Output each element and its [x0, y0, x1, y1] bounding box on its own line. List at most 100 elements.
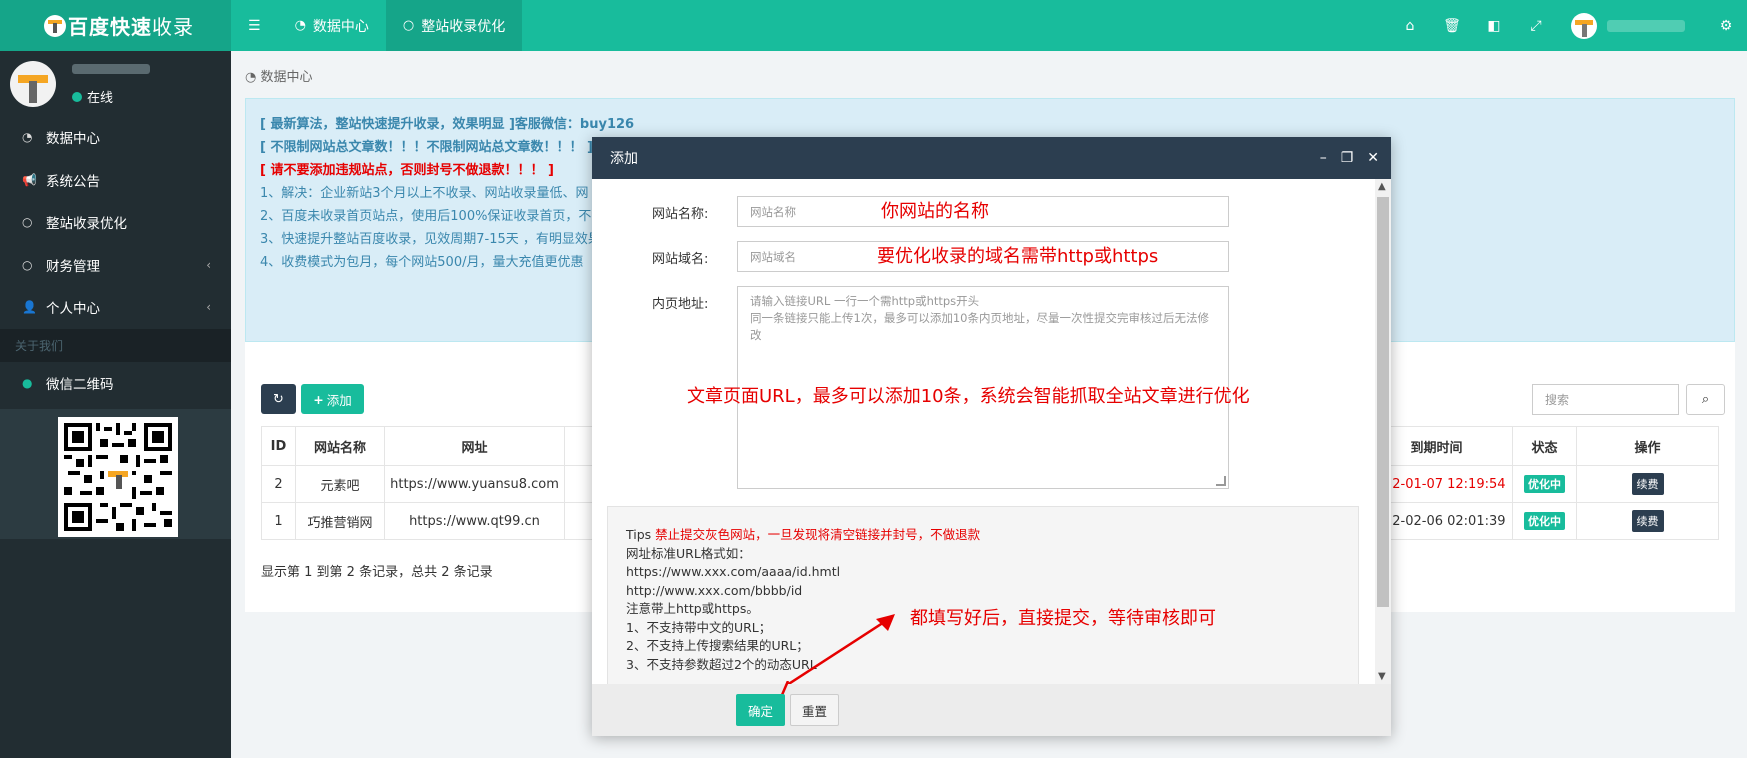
site-name-label: 网站名称: — [652, 207, 709, 222]
minimize-icon[interactable]: – — [1320, 150, 1327, 166]
language-icon[interactable]: ◧ — [1473, 0, 1515, 51]
scroll-down-icon[interactable]: ▼ — [1378, 671, 1386, 682]
sidebar-item-label: 系统公告 — [46, 173, 100, 190]
search-icon: ⌕ — [1701, 392, 1710, 407]
column-header[interactable]: 网址 — [384, 426, 565, 466]
search-input[interactable]: 搜索 — [1532, 384, 1679, 415]
cell-op: 续费 — [1576, 465, 1719, 503]
add-modal: 添加 – ❐ ✕ 网站名称: 网站名称 你网站的名称 网站域名: 网站域名 要优… — [592, 137, 1391, 736]
dashboard-icon: ◔ — [22, 130, 33, 145]
logo-main-text: 百度快速 — [68, 15, 152, 39]
username-blurred — [1607, 19, 1685, 32]
cell-name: 巧推营销网 — [295, 502, 385, 540]
column-header[interactable]: ID — [261, 426, 296, 466]
cell-op: 续费 — [1576, 502, 1719, 540]
status-badge: 优化中 — [1524, 512, 1565, 530]
textarea-placeholder: 请输入链接URL 一行一个需http或https开头 — [750, 294, 980, 308]
inner-pages-label: 内页地址: — [652, 297, 709, 312]
circle-icon: ○ — [22, 257, 33, 272]
online-dot-icon — [72, 91, 82, 102]
table-pagination-info: 显示第 1 到第 2 条记录，总共 2 条记录 — [261, 565, 493, 580]
top-navbar: 百度快速收录 ☰ ◔ 数据中心 ○ 整站收录优化 ⌂ 🗑 ◧ ⤢ ⚙ — [0, 0, 1747, 51]
add-button-label: 添加 — [326, 392, 352, 408]
status-badge: 优化中 — [1524, 475, 1565, 493]
chevron-left-icon: ‹ — [206, 257, 211, 272]
sidebar-toggle-button[interactable]: ☰ — [231, 0, 278, 51]
modal-header[interactable]: 添加 – ❐ ✕ — [592, 137, 1391, 179]
sidebar-item-label: 整站收录优化 — [46, 216, 127, 233]
sidebar-item-finance[interactable]: ○ 财务管理 ‹ — [0, 244, 231, 287]
cell-status: 优化中 — [1512, 465, 1577, 503]
tips-line: 3、不支持参数超过2个的动态URL — [626, 656, 817, 672]
search-button[interactable]: ⌕ — [1686, 384, 1725, 415]
renew-button[interactable]: 续费 — [1631, 473, 1664, 495]
avatar — [10, 61, 56, 107]
maximize-icon[interactable]: ❐ — [1341, 150, 1354, 166]
tab-label: 整站收录优化 — [421, 18, 506, 35]
plus-icon: + — [313, 391, 324, 407]
scrollbar-thumb[interactable] — [1377, 197, 1389, 607]
sidebar-item-data-center[interactable]: ◔ 数据中心 — [0, 116, 231, 159]
resize-handle[interactable] — [1216, 476, 1226, 486]
sidebar-item-site-optimize[interactable]: ○ 整站收录优化 — [0, 201, 231, 244]
site-domain-label: 网站域名: — [652, 252, 709, 267]
cell-url: https://www.yuansu8.com — [384, 465, 565, 503]
user-menu[interactable] — [1557, 0, 1705, 51]
chevron-left-icon: ‹ — [206, 300, 211, 315]
breadcrumb-text: 数据中心 — [260, 70, 313, 85]
qr-code-image — [58, 417, 178, 537]
logo-sub-text: 收录 — [152, 15, 194, 39]
settings-icon[interactable]: ⚙ — [1705, 0, 1747, 51]
tips-box: Tips 禁止提交灰色网站，一旦发现将清空链接并封号，不做退款 网址标准URL格… — [607, 506, 1359, 684]
fullscreen-icon[interactable]: ⤢ — [1515, 0, 1557, 51]
pages-annotation: 文章页面URL，最多可以添加10条，系统会智能抓取全站文章进行优化 — [687, 386, 1250, 407]
submit-annotation: 都填写好后，直接提交，等待审核即可 — [910, 608, 1216, 629]
renew-button[interactable]: 续费 — [1631, 510, 1664, 532]
online-status: 在线 — [72, 87, 113, 106]
add-button[interactable]: + 添加 — [301, 384, 364, 414]
sidebar-item-label: 微信二维码 — [46, 376, 114, 393]
wechat-icon: ● — [22, 375, 33, 390]
cell-name: 元素吧 — [295, 465, 385, 503]
logo[interactable]: 百度快速收录 — [0, 0, 231, 51]
tips-line: https://www.xxx.com/aaaa/id.hmtl — [626, 564, 841, 579]
tab-site-index-optimize[interactable]: ○ 整站收录优化 — [385, 0, 523, 51]
close-icon[interactable]: ✕ — [1367, 150, 1379, 166]
qr-area — [0, 409, 231, 539]
sidebar: 在线 ◔ 数据中心 📢 系统公告 ○ 整站收录优化 ○ 财务管理 ‹ 👤 个人中心 ‹ 关于我… — [0, 51, 231, 758]
sidebar-item-wechat-qr[interactable]: ● 微信二维码 — [0, 362, 231, 405]
cell-status: 优化中 — [1512, 502, 1577, 540]
modal-title: 添加 — [610, 151, 638, 167]
bullhorn-icon: 📢 — [22, 172, 37, 187]
reset-button[interactable]: 重置 — [790, 694, 839, 726]
logo-icon — [44, 15, 66, 37]
sidebar-item-announcements[interactable]: 📢 系统公告 — [0, 159, 231, 202]
trash-icon[interactable]: 🗑 — [1431, 0, 1473, 51]
column-header: 操作 — [1576, 426, 1719, 466]
tips-line: http://www.xxx.com/bbbb/id — [626, 582, 803, 598]
avatar — [1571, 12, 1597, 39]
tab-label: 数据中心 — [312, 18, 369, 35]
sidebar-item-personal[interactable]: 👤 个人中心 ‹ — [0, 286, 231, 329]
home-icon[interactable]: ⌂ — [1389, 0, 1431, 51]
refresh-button[interactable]: ↻ — [261, 384, 296, 414]
username-blurred — [72, 64, 150, 74]
modal-footer: 确定 重置 — [592, 681, 1391, 736]
column-header[interactable]: 网站名称 — [295, 426, 385, 466]
breadcrumb[interactable]: ◔ 数据中心 — [245, 66, 313, 85]
column-header[interactable]: 状态 — [1512, 426, 1577, 466]
scroll-up-icon[interactable]: ▲ — [1378, 181, 1386, 192]
sidebar-item-label: 财务管理 — [46, 258, 100, 275]
tips-line: 2、不支持上传搜索结果的URL； — [626, 638, 809, 653]
tips-line: 网址标准URL格式如： — [626, 545, 751, 561]
cell-id: 2 — [261, 465, 296, 503]
sidebar-section-header: 关于我们 — [0, 328, 231, 362]
modal-scrollbar[interactable]: ▲ ▼ — [1375, 179, 1391, 684]
confirm-button[interactable]: 确定 — [736, 694, 785, 726]
domain-annotation: 要优化收录的域名需带http或https — [877, 246, 1159, 267]
menu-icon: ☰ — [248, 17, 261, 34]
tab-data-center[interactable]: ◔ 数据中心 — [278, 0, 386, 51]
dashboard-icon: ◔ — [245, 70, 261, 85]
cell-id: 1 — [261, 502, 296, 540]
notice-line: [ 最新算法，整站快速提升收录，效果明显 ]客服微信：buy126 — [260, 117, 635, 132]
